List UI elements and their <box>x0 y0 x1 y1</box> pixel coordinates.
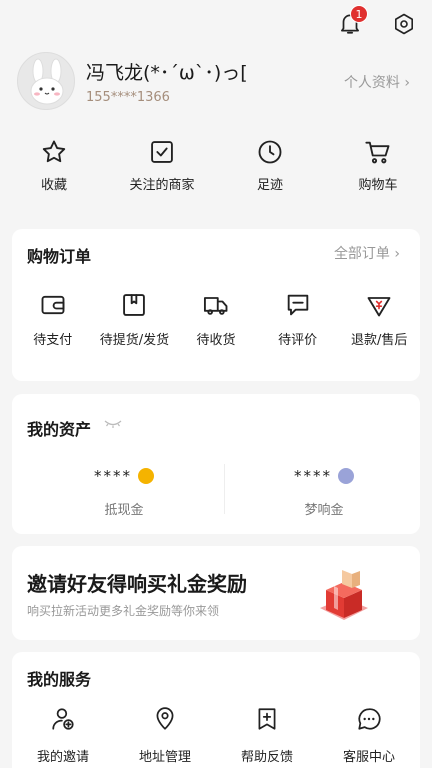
cash-voucher-asset[interactable]: **** 抵现金 <box>24 466 224 518</box>
user-plus-icon <box>52 708 74 730</box>
profile-details-link[interactable]: 个人资料 › <box>344 72 410 92</box>
pending-payment-label: 待支付 <box>33 333 73 348</box>
help-feedback-button[interactable]: 帮助反馈 <box>216 706 318 765</box>
user-name: 冯飞龙(*･´ω`･)っ[ <box>86 62 248 84</box>
pending-receipt-label: 待收货 <box>196 333 236 348</box>
quick-links: 收藏 关注的商家 足迹 购物车 <box>0 138 432 202</box>
gift-box-icon <box>320 570 368 620</box>
dream-gold-label: 梦响金 <box>304 503 344 518</box>
history-button[interactable]: 足迹 <box>216 138 324 202</box>
address-management-button[interactable]: 地址管理 <box>114 706 216 765</box>
dream-gold-asset[interactable]: **** 梦响金 <box>224 466 424 518</box>
cash-voucher-value: **** <box>94 467 132 485</box>
all-orders-link[interactable]: 全部订单 › <box>334 243 400 263</box>
orders-card: 购物订单 全部订单 › 待支付 待提货/发货 待收货 待评价 退款/售后 <box>12 229 420 381</box>
star-icon <box>42 140 66 163</box>
services-row: 我的邀请 地址管理 帮助反馈 客服中心 <box>12 706 420 765</box>
notification-badge: 1 <box>350 5 368 23</box>
checkbox-icon <box>151 141 173 163</box>
avatar[interactable] <box>17 52 75 110</box>
invite-subtitle: 响买拉新活动更多礼金奖励等你来领 <box>27 604 220 618</box>
services-card: 我的服务 我的邀请 地址管理 帮助反馈 客服中心 <box>12 652 420 768</box>
wallet-icon <box>41 295 65 315</box>
cart-label: 购物车 <box>358 178 398 193</box>
customer-service-button[interactable]: 客服中心 <box>318 706 420 765</box>
cash-voucher-label: 抵现金 <box>104 503 144 518</box>
followed-shops-label: 关注的商家 <box>129 178 195 193</box>
favorites-label: 收藏 <box>40 178 67 193</box>
services-title: 我的服务 <box>27 670 92 689</box>
chat-icon <box>358 708 381 730</box>
settings-icon[interactable] <box>392 12 416 36</box>
eye-closed-icon[interactable] <box>104 418 122 430</box>
help-feedback-label: 帮助反馈 <box>240 750 293 765</box>
pending-review-button[interactable]: 待评价 <box>257 291 339 348</box>
orders-title: 购物订单 <box>27 247 92 266</box>
top-bar: 1 <box>0 0 432 48</box>
refund-button[interactable]: 退款/售后 <box>338 291 420 348</box>
cart-button[interactable]: 购物车 <box>324 138 432 202</box>
order-status-row: 待支付 待提货/发货 待收货 待评价 退款/售后 <box>12 291 420 348</box>
purple-coin-icon <box>338 468 354 484</box>
pending-payment-button[interactable]: 待支付 <box>12 291 94 348</box>
refund-label: 退款/售后 <box>350 333 408 348</box>
pending-shipment-button[interactable]: 待提货/发货 <box>94 291 176 348</box>
dream-gold-value: **** <box>294 467 332 485</box>
comment-icon <box>287 294 308 316</box>
address-management-label: 地址管理 <box>138 750 191 765</box>
user-phone: 155****1366 <box>86 90 170 105</box>
assets-title: 我的资产 <box>27 420 92 439</box>
assets-card: 我的资产 **** 抵现金 **** 梦响金 <box>12 394 420 534</box>
pending-review-label: 待评价 <box>278 333 318 348</box>
cart-icon <box>365 141 390 164</box>
favorites-button[interactable]: 收藏 <box>0 138 108 202</box>
profile-header[interactable]: 冯飞龙(*･´ω`･)っ[ 155****1366 个人资料 › <box>0 48 432 118</box>
my-invites-button[interactable]: 我的邀请 <box>12 706 114 765</box>
my-invites-label: 我的邀请 <box>36 750 89 765</box>
truck-icon <box>203 297 228 315</box>
pending-shipment-label: 待提货/发货 <box>99 333 170 348</box>
gold-coin-icon <box>138 468 154 484</box>
bookmark-icon <box>258 708 276 730</box>
invite-banner[interactable]: 邀请好友得响买礼金奖励 响买拉新活动更多礼金奖励等你来领 <box>12 546 420 640</box>
followed-shops-button[interactable]: 关注的商家 <box>108 138 216 202</box>
customer-service-label: 客服中心 <box>342 750 395 765</box>
refund-icon <box>367 297 391 317</box>
clock-icon <box>258 140 282 164</box>
pending-receipt-button[interactable]: 待收货 <box>175 291 257 348</box>
invite-title: 邀请好友得响买礼金奖励 <box>27 572 247 596</box>
location-icon <box>156 707 174 730</box>
package-icon <box>123 294 146 316</box>
history-label: 足迹 <box>256 178 283 193</box>
